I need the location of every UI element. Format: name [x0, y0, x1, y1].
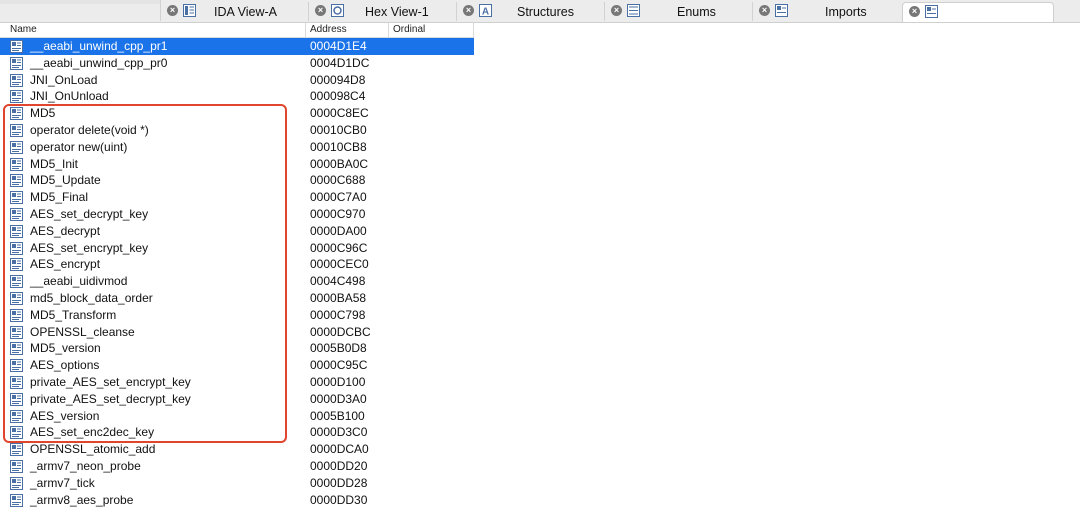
column-divider[interactable]	[388, 23, 389, 37]
row-address: 0000C688	[310, 173, 366, 188]
tab-imports[interactable]: × Imports	[752, 2, 901, 21]
row-address: 0000DD28	[310, 475, 368, 490]
column-header-ordinal[interactable]: Ordinal	[393, 24, 425, 35]
function-icon	[10, 90, 23, 104]
row-name: _armv8_aes_probe	[30, 492, 134, 507]
row-name: _armv7_tick	[30, 475, 95, 490]
row-address: 0000C96C	[310, 240, 368, 255]
highlight-box	[3, 104, 287, 443]
row-address: 000094D8	[310, 72, 366, 87]
function-icon	[10, 476, 23, 490]
table-row[interactable]: JNI_OnUnload 000098C4	[0, 88, 474, 105]
table-row[interactable]: OPENSSL_atomic_add 0000DCA0	[0, 441, 474, 458]
exports-icon	[925, 5, 938, 18]
row-address: 0000BA0C	[310, 156, 369, 171]
tab-enums[interactable]: × Enums	[604, 2, 753, 21]
ida-view-icon	[183, 4, 196, 17]
row-address: 0005B100	[310, 408, 365, 423]
svg-text:A: A	[482, 7, 489, 18]
row-address: 0000D3A0	[310, 391, 367, 406]
structures-icon: A	[479, 4, 492, 17]
row-address: 0000C798	[310, 307, 366, 322]
row-name: OPENSSL_atomic_add	[30, 442, 156, 457]
close-icon[interactable]: ×	[909, 6, 920, 17]
row-address: 0000C8EC	[310, 106, 369, 121]
column-header-address[interactable]: Address	[310, 24, 347, 35]
row-address: 0000CEC0	[310, 257, 369, 272]
row-address: 0004C498	[310, 274, 366, 289]
row-address: 0000DD30	[310, 492, 368, 507]
row-address: 0000D100	[310, 374, 366, 389]
enums-icon	[627, 4, 640, 17]
tab-label: Enums	[677, 5, 716, 19]
tab-exports[interactable]: ×	[902, 2, 1054, 22]
row-name: JNI_OnUnload	[30, 89, 109, 104]
function-icon	[10, 493, 23, 507]
close-icon[interactable]: ×	[463, 5, 474, 16]
tab-ida-view-a[interactable]: × IDA View-A	[160, 2, 309, 21]
tab-hex-view-1[interactable]: × Hex View-1	[308, 2, 457, 21]
row-address: 000098C4	[310, 89, 366, 104]
close-icon[interactable]: ×	[611, 5, 622, 16]
column-divider[interactable]	[305, 23, 306, 37]
row-address: 0000DCBC	[310, 324, 371, 339]
table-row[interactable]: __aeabi_unwind_cpp_pr1 0004D1E4	[0, 38, 474, 55]
tab-label: Imports	[825, 5, 867, 19]
row-address: 0000C95C	[310, 358, 368, 373]
table-row[interactable]: _armv7_neon_probe 0000DD20	[0, 458, 474, 475]
table-row[interactable]: _armv8_aes_probe 0000DD30	[0, 492, 474, 509]
row-name: JNI_OnLoad	[30, 72, 98, 87]
function-icon	[10, 443, 23, 457]
column-divider[interactable]	[473, 23, 474, 37]
table-row[interactable]: __aeabi_unwind_cpp_pr0 0004D1DC	[0, 55, 474, 72]
row-address: 0005B0D8	[310, 341, 367, 356]
row-address: 0000D3C0	[310, 425, 368, 440]
function-icon	[10, 40, 23, 53]
tab-bar: × IDA View-A × Hex View-1 × A Structures…	[0, 0, 1080, 23]
row-address: 0000C970	[310, 206, 366, 221]
row-name: __aeabi_unwind_cpp_pr0	[30, 55, 168, 70]
tab-label: Hex View-1	[365, 5, 429, 19]
tab-structures[interactable]: × A Structures	[456, 2, 605, 21]
function-icon	[10, 73, 23, 87]
tab-bar-left-stub	[0, 0, 161, 4]
tab-label: IDA View-A	[214, 5, 277, 19]
row-address: 0004D1DC	[310, 55, 370, 70]
row-address: 00010CB8	[310, 139, 367, 154]
row-address: 00010CB0	[310, 122, 367, 137]
close-icon[interactable]: ×	[315, 5, 326, 16]
row-address: 0000BA58	[310, 290, 367, 305]
hex-view-icon	[331, 4, 344, 17]
imports-icon	[775, 4, 788, 17]
row-name: _armv7_neon_probe	[30, 458, 141, 473]
row-address: 0000DCA0	[310, 442, 369, 457]
tab-label: Structures	[517, 5, 574, 19]
close-icon[interactable]: ×	[167, 5, 178, 16]
table-row[interactable]: _armv7_tick 0000DD28	[0, 475, 474, 492]
function-icon	[10, 459, 23, 473]
row-address: 0004D1E4	[310, 39, 367, 53]
row-address: 0000DD20	[310, 458, 368, 473]
row-address: 0000C7A0	[310, 190, 367, 205]
column-header-name[interactable]: Name	[10, 24, 37, 35]
close-icon[interactable]: ×	[759, 5, 770, 16]
table-header: Name Address Ordinal	[0, 23, 474, 38]
function-icon	[10, 56, 23, 70]
row-address: 0000DA00	[310, 223, 367, 238]
row-name: __aeabi_unwind_cpp_pr1	[30, 39, 168, 53]
table-row[interactable]: JNI_OnLoad 000094D8	[0, 72, 474, 89]
